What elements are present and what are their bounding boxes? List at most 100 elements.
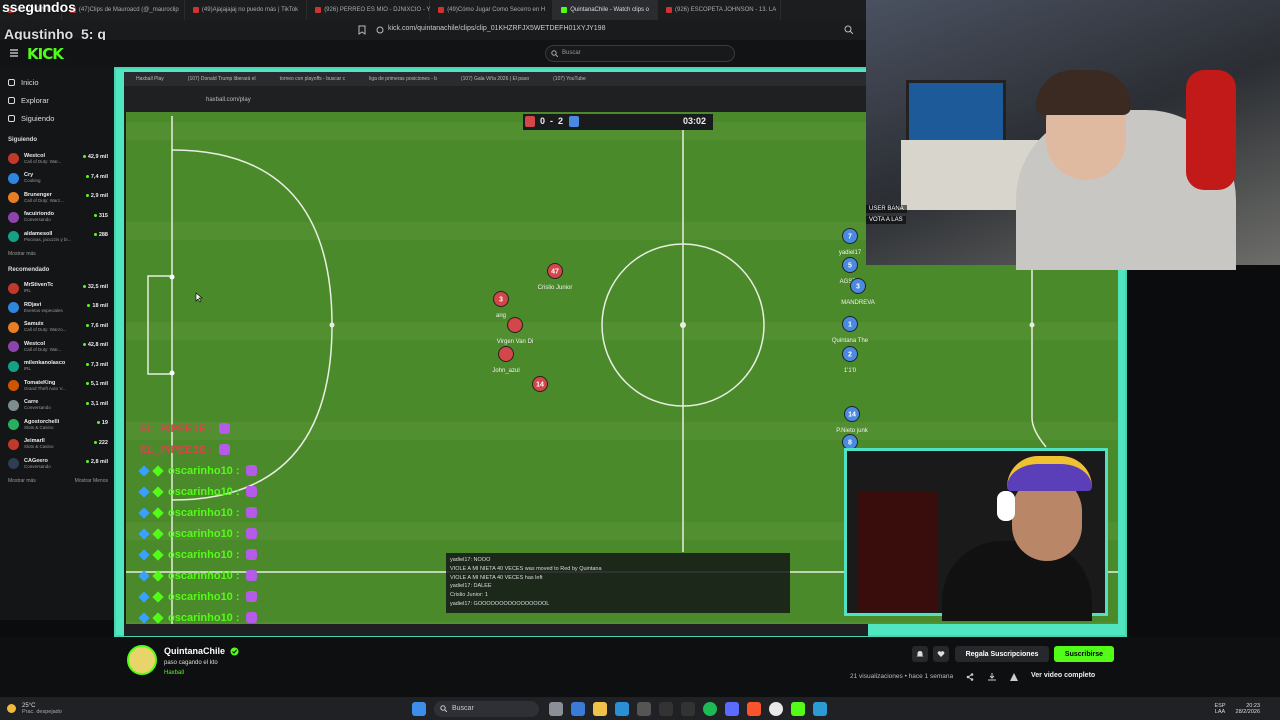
game-chat-line: yadiel17: GOOOOOOOOOOOOOOOOL (450, 600, 550, 607)
channel-list-item[interactable]: RDjavi Eventos especiales 18 mil (0, 298, 116, 318)
search-input[interactable]: Buscar (545, 45, 735, 62)
show-more-following[interactable]: Mostrar más (0, 247, 116, 261)
nav-item[interactable]: Siguiendo (0, 109, 116, 127)
chat-username: oscarinho10 : (168, 485, 240, 498)
kick-logo[interactable]: KICK (27, 45, 64, 63)
windows-start-icon[interactable] (412, 701, 426, 716)
browser-tab[interactable]: QuintanaChile - Watch clips o (553, 0, 658, 20)
zoom-icon[interactable] (844, 25, 853, 34)
channel-list-item[interactable]: CAGeero Conversando 2,8 mil (0, 454, 116, 474)
chat-username: oscarinho10 : (168, 569, 240, 582)
gift-subs-button[interactable]: Regala Suscripciones (955, 646, 1049, 662)
channel-avatar[interactable] (127, 645, 157, 675)
app-icon-pe[interactable] (659, 701, 673, 716)
channel-category: Call of Duty: War... (24, 158, 62, 164)
webcam-overlay-line1: USER BANA (866, 205, 907, 213)
channel-list-item[interactable]: Carre Conversando 3,1 mil (0, 396, 116, 416)
clock[interactable]: 20:23 28/2/2026 (1236, 703, 1260, 715)
nav-item-label: Inicio (21, 77, 39, 87)
chat-username: EL_PIPEE1E : (140, 443, 213, 456)
full-video-link[interactable]: Ver video completo (1031, 672, 1095, 679)
language-indicator[interactable]: ESP LAA (1215, 703, 1226, 715)
browser-tab[interactable]: (49)Ajajajajaj no puedo más | TikTok (185, 0, 308, 20)
badge-icon (152, 611, 164, 624)
channel-name[interactable]: QuintanaChile (164, 646, 225, 656)
site-info-icon[interactable] (376, 26, 384, 34)
browser-tab-label: (49)Cómo Jugar Como Secerro en H (447, 7, 546, 13)
score-blue: 2 (558, 116, 564, 126)
recommended-header: Recomendado (8, 266, 50, 273)
kick-app-icon[interactable] (791, 701, 805, 716)
share-icon[interactable] (966, 673, 974, 681)
browser-tab[interactable]: (47)Clips de Mauroacd (@_mauroclip (62, 0, 185, 20)
app-icon-ae[interactable] (681, 701, 695, 716)
show-less-recommended[interactable]: Mostrar Menos (67, 474, 108, 488)
viewer-count: 7,6 mil (86, 323, 108, 329)
download-icon[interactable] (988, 673, 996, 681)
badge-icon (138, 464, 150, 477)
search-bar[interactable]: Buscar (545, 45, 735, 62)
channel-avatar (8, 321, 19, 333)
heart-icon (8, 114, 15, 122)
taskbar-search[interactable]: Buscar (434, 700, 539, 717)
copilot-icon[interactable] (571, 701, 585, 716)
subscribe-button[interactable]: Suscribirse (1054, 646, 1114, 662)
channel-list-item[interactable]: Brunenger Call of Duty: Warz... 2,9 mil (0, 188, 116, 208)
channel-list-item[interactable]: aldamesoll Piscinas, jacuzzis y bi... 288 (0, 227, 116, 247)
menu-icon[interactable] (9, 48, 19, 58)
blue-player-name: Quintana The (832, 338, 869, 344)
channel-list-item[interactable]: Agostorchelli Slots & Casino 19 (0, 415, 116, 435)
report-icon[interactable] (1010, 673, 1018, 681)
obs-icon[interactable] (769, 701, 783, 716)
follow-button[interactable] (933, 646, 949, 662)
steam-icon[interactable] (725, 701, 739, 716)
nav-item[interactable]: Explorar (0, 91, 116, 109)
edge-icon[interactable] (615, 701, 629, 716)
channel-list-item[interactable]: milenkanolasco IRL 7,3 mil (0, 357, 116, 377)
app-icon-blue[interactable] (813, 701, 827, 716)
mouse-cursor-icon (195, 292, 203, 303)
clip-category[interactable]: Haxball (164, 670, 184, 676)
channel-avatar (8, 399, 19, 411)
brave-icon[interactable] (747, 701, 761, 716)
badge-icon (152, 590, 164, 603)
file-explorer-icon[interactable] (593, 701, 607, 716)
browser-tab[interactable]: (49)Cómo Jugar Como Secerro en H (430, 0, 554, 20)
nav-item-label: Explorar (21, 95, 49, 105)
taskbar-search-label: Buscar (452, 704, 474, 712)
weather-widget[interactable]: 25°C Prac. despejado (22, 703, 412, 715)
viewer-count: 2,9 mil (86, 193, 108, 199)
channel-list-item[interactable]: facuiriondo Conversando 315 (0, 208, 116, 228)
weather-icon[interactable] (0, 697, 22, 720)
stream-chat-message: oscarinho10 : (138, 565, 400, 586)
channel-list-item[interactable]: Cry Cooking 7,4 mil (0, 169, 116, 189)
clip-views: 21 visualizaciones • hace 1 semana (850, 673, 953, 680)
channel-list-item[interactable]: Westcol Call of Duty: War... 42,8 mil (0, 337, 116, 357)
captured-tab: Haxball Play (136, 76, 164, 82)
channel-list-item[interactable]: Samuix Call of Duty: Warzo... 7,6 mil (0, 318, 116, 338)
channel-list-item[interactable]: MrStivenTc IRL 32,5 mil (0, 279, 116, 299)
kick-header (0, 40, 868, 68)
spotify-icon[interactable] (703, 701, 717, 716)
store-icon[interactable] (637, 701, 651, 716)
task-view-icon[interactable] (549, 701, 563, 716)
stream-chat-overlay: EL_PIPEE1E : EL_PIPEE1E : oscarinho10 : osc… (138, 418, 400, 628)
channel-list-item[interactable]: Westcol Call of Duty: War... 42,9 mil (0, 149, 116, 169)
lang-layout: LAA (1214, 708, 1226, 715)
views-count: 21 visualizaciones (850, 673, 903, 680)
nav-item[interactable]: Inicio (0, 73, 116, 91)
channel-list-item[interactable]: Jeimarll Slots & Casino 222 (0, 435, 116, 455)
emote-icon (245, 591, 257, 602)
following-header: Siguiendo (8, 137, 37, 143)
nav-item-label: Siguiendo (21, 113, 55, 123)
bookmark-icon[interactable] (358, 25, 366, 35)
url-field[interactable]: kick.com/quintanachile/clips/clip_01KHZR… (370, 23, 790, 37)
browser-tab[interactable]: (926) PERREO ES MIO - DJNIXCIO - Y (307, 0, 430, 20)
channel-list-item[interactable]: TomateKing Grand Theft Auto V... 5,1 mil (0, 376, 116, 396)
browser-tab[interactable]: (926) ESCOPETA JOHNSON - 13. LA (658, 0, 781, 20)
clip-title: paso cagando el kto (164, 660, 218, 666)
show-more-recommended[interactable]: Mostrar más (0, 474, 36, 488)
streamer-webcam: USER BANA VOTA A LAS (866, 0, 1280, 270)
sidebar: Inicio Explorar Siguiendo Siguiendo Westco… (0, 68, 116, 620)
notification-bell-button[interactable] (912, 646, 928, 662)
